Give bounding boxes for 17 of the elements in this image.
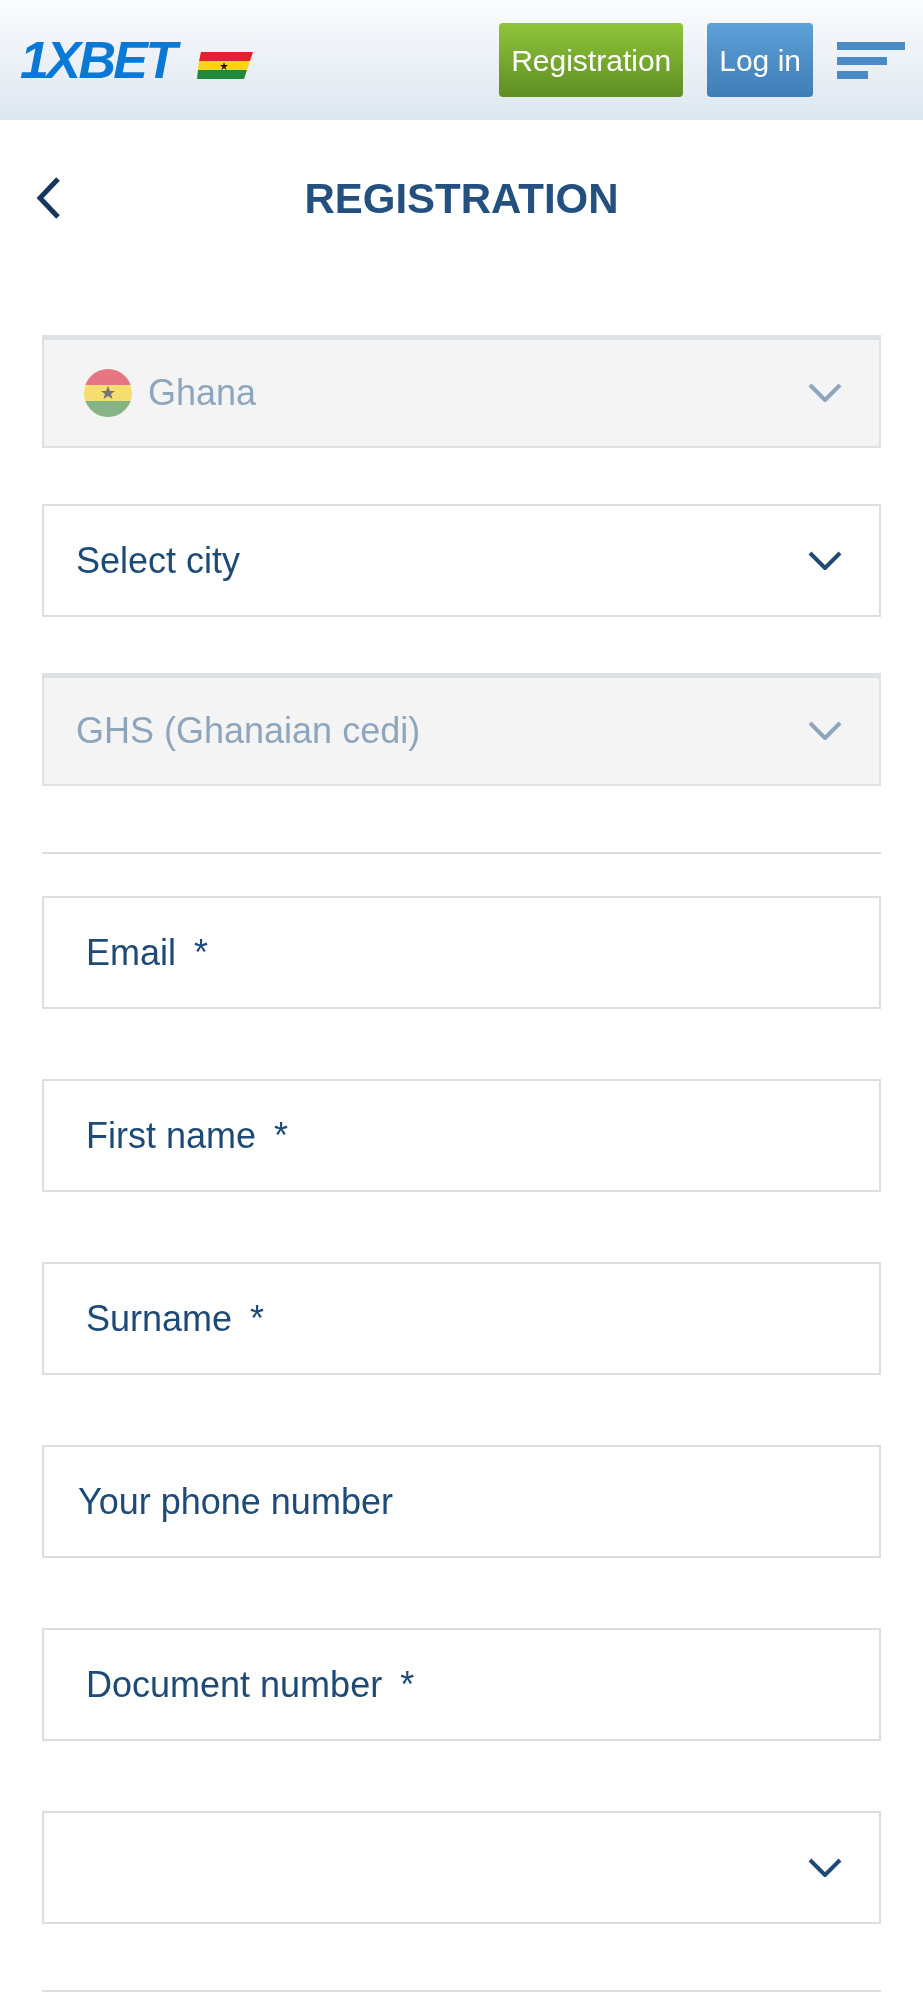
dropdown-select[interactable]: Select city <box>42 504 881 617</box>
input-field[interactable]: First name * <box>42 1079 881 1192</box>
chevron-down-icon <box>807 549 843 572</box>
chevron-down-icon <box>807 1856 843 1879</box>
logo[interactable]: 1XBET <box>18 28 185 92</box>
page-title: REGISTRATION <box>304 173 619 224</box>
login-button[interactable]: Log in <box>707 23 813 97</box>
menu-icon[interactable] <box>837 40 905 80</box>
chevron-down-icon <box>807 382 843 404</box>
flag-icon <box>196 52 253 80</box>
input-field[interactable]: Email * <box>42 896 881 1009</box>
chevron-down-icon <box>807 720 843 742</box>
input-field[interactable]: Your phone number <box>42 1445 881 1558</box>
back-icon[interactable] <box>36 176 62 220</box>
flag-icon <box>84 369 132 417</box>
input-field[interactable]: Surname * <box>42 1262 881 1375</box>
input-field[interactable]: Document number * <box>42 1628 881 1741</box>
